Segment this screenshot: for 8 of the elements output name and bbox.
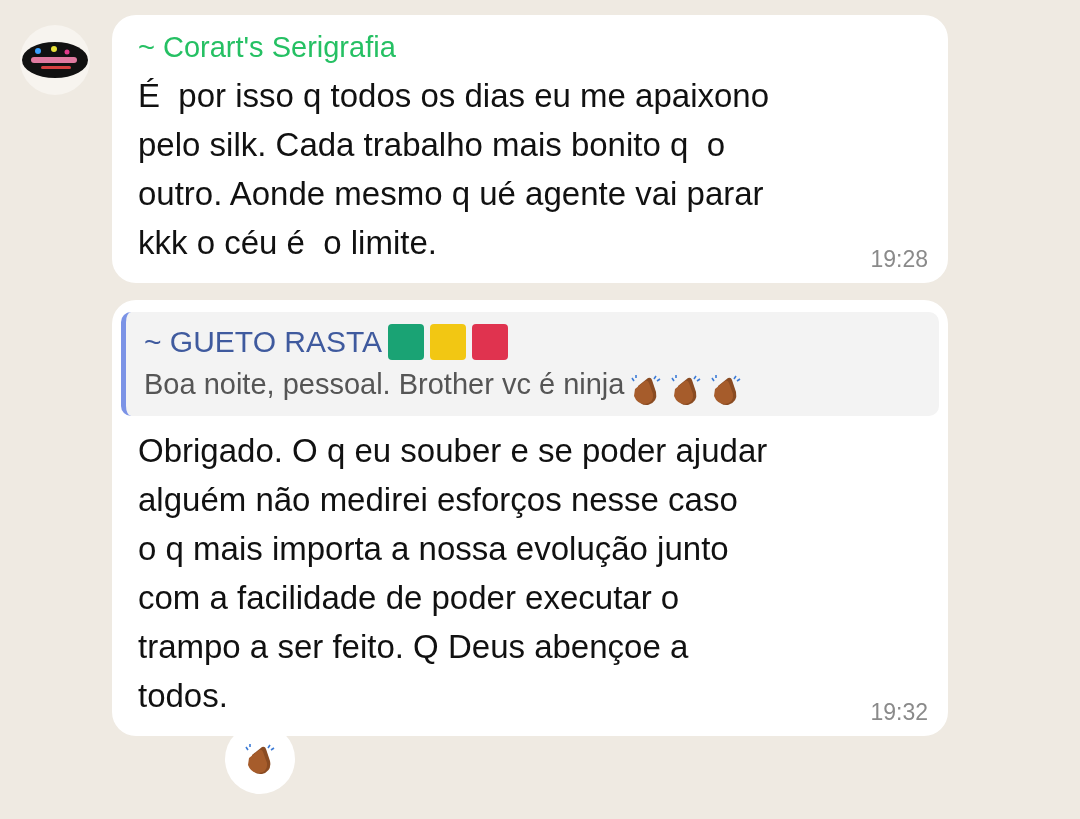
quoted-sender: ~ GUETO RASTA	[144, 324, 383, 360]
sender-name: ~ Corart's Serigrafia	[138, 30, 397, 65]
quoted-text: Boa noite, pessoal. Brother vc é ninja	[144, 367, 625, 402]
logo-icon	[21, 40, 89, 80]
message-text: É por isso q todos os dias eu me apaixono pelo silk. Cada trabalho mais bonito q o outro. Aonde mesmo q ué agente vai parar kkk o céu é o limite.	[138, 76, 770, 263]
message-text: Obrigado. O q eu souber e se poder ajudar alguém não medirei esforços nesse caso o q mais importa a nossa evolução junto com a facilidade de poder executar o trampo a ser feito. Q Deus abençoe a todos.	[138, 431, 768, 716]
timestamp: 19:32	[870, 699, 928, 725]
timestamp: 19:28	[870, 246, 928, 272]
